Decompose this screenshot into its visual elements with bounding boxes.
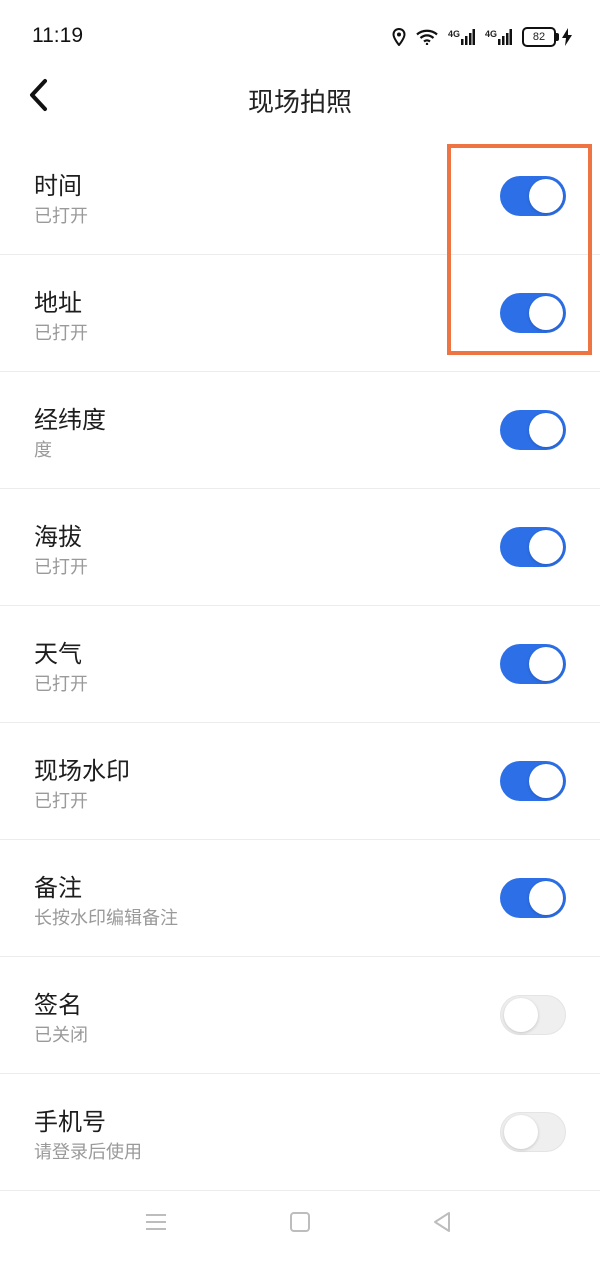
toggle-knob [529,296,563,330]
toggle-switch[interactable] [500,1112,566,1152]
setting-row-weather: 天气 已打开 [0,606,600,723]
battery-icon: 82 [522,27,559,47]
toggle-switch[interactable] [500,176,566,216]
setting-row-address: 地址 已打开 [0,255,600,372]
toggle-knob [529,881,563,915]
setting-title: 地址 [34,289,82,317]
setting-title: 海拔 [34,523,82,551]
setting-row-coordinates: 经纬度 度 [0,372,600,489]
toggle-knob [504,998,538,1032]
toggle-switch[interactable] [500,761,566,801]
home-button[interactable] [280,1204,320,1244]
toggle-switch[interactable] [500,527,566,567]
status-time: 11:19 [32,24,83,47]
setting-title: 时间 [34,172,82,200]
setting-subtitle: 度 [34,440,52,461]
setting-title: 现场水印 [34,757,130,785]
setting-subtitle: 已打开 [34,791,88,812]
toggle-switch[interactable] [500,293,566,333]
toggle-switch[interactable] [500,410,566,450]
settings-list: 时间 已打开 地址 已打开 经纬度 度 海拔 已打开 天气 已打开 现场水印 已… [0,138,600,1191]
toggle-switch[interactable] [500,995,566,1035]
toggle-knob [529,413,563,447]
setting-row-altitude: 海拔 已打开 [0,489,600,606]
signal-icon-1: 4G [448,29,475,45]
setting-title: 经纬度 [34,406,106,434]
system-nav-bar [0,1190,600,1266]
setting-subtitle: 已打开 [34,557,88,578]
toggle-switch[interactable] [500,644,566,684]
menu-icon [145,1213,167,1235]
toggle-knob [529,530,563,564]
location-icon [392,28,406,46]
setting-row-watermark: 现场水印 已打开 [0,723,600,840]
page-title: 现场拍照 [247,88,352,118]
back-nav-button[interactable] [422,1204,462,1244]
setting-subtitle: 已打开 [34,674,88,695]
setting-title: 天气 [34,640,82,668]
setting-title: 签名 [34,991,82,1019]
nav-header: 现场拍照 [0,74,600,122]
toggle-knob [529,647,563,681]
setting-row-time: 时间 已打开 [0,138,600,255]
setting-subtitle: 已打开 [34,323,88,344]
battery-group: 82 [522,27,572,47]
charging-icon [562,28,572,46]
toggle-knob [529,764,563,798]
setting-title: 手机号 [34,1108,106,1136]
status-icons: 4G 4G 82 [392,24,572,50]
toggle-switch[interactable] [500,878,566,918]
toggle-knob [504,1115,538,1149]
wifi-icon [416,29,438,45]
setting-subtitle: 已关闭 [34,1025,88,1046]
status-bar: 11:19 4G 4G 82 [0,0,600,74]
setting-row-signature: 签名 已关闭 [0,957,600,1074]
toggle-knob [529,179,563,213]
setting-row-note: 备注 长按水印编辑备注 [0,840,600,957]
setting-title: 备注 [34,874,82,902]
home-square-icon [289,1211,311,1237]
menu-button[interactable] [136,1204,176,1244]
setting-subtitle: 请登录后使用 [34,1142,142,1163]
setting-subtitle: 已打开 [34,206,88,227]
signal-icon-2: 4G [485,29,512,45]
back-triangle-icon [431,1211,453,1237]
setting-row-phone: 手机号 请登录后使用 [0,1074,600,1191]
setting-subtitle: 长按水印编辑备注 [34,908,178,929]
